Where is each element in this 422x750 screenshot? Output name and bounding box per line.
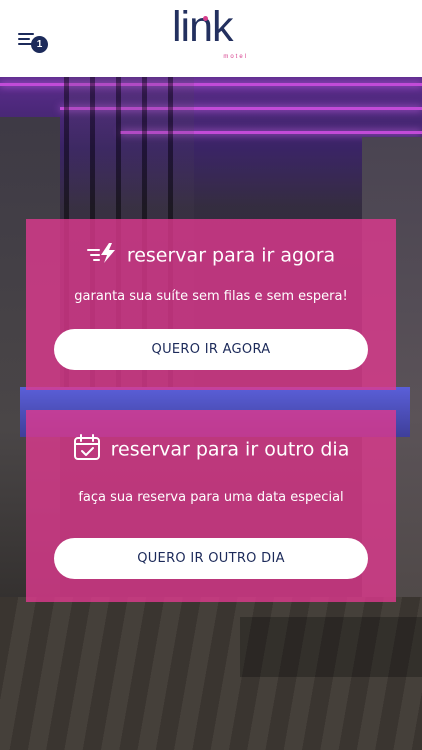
floor-step (240, 617, 422, 677)
calendar-check-icon (73, 433, 101, 466)
book-now-subtitle: garanta sua suíte sem filas e sem espera… (74, 289, 348, 304)
fast-lightning-icon (86, 242, 117, 269)
logo-word: link (172, 3, 234, 51)
book-other-day-title: reservar para ir outro dia (26, 433, 396, 466)
book-now-button[interactable]: QUERO IR AGORA (54, 329, 368, 370)
book-other-day-card: reservar para ir outro dia faça sua rese… (26, 410, 396, 602)
book-now-title-text: reservar para ir agora (126, 244, 336, 267)
book-other-day-button[interactable]: QUERO IR OUTRO DIA (54, 538, 368, 579)
logo-dot (203, 16, 208, 21)
notification-badge: 1 (31, 36, 48, 53)
book-other-day-subtitle: faça sua reserva para uma data especial (78, 490, 344, 505)
menu-icon-line (18, 38, 30, 40)
menu-button[interactable]: 1 (16, 28, 50, 54)
book-now-card: reservar para ir agora garanta sua suíte… (26, 219, 396, 390)
logo-subtitle: motel (223, 54, 248, 60)
link-motel-logo: link motel (172, 6, 252, 64)
app-header: 1 link motel (0, 0, 422, 77)
menu-icon (18, 33, 34, 35)
book-now-title: reservar para ir agora (26, 242, 396, 269)
book-other-day-title-text: reservar para ir outro dia (110, 438, 350, 461)
